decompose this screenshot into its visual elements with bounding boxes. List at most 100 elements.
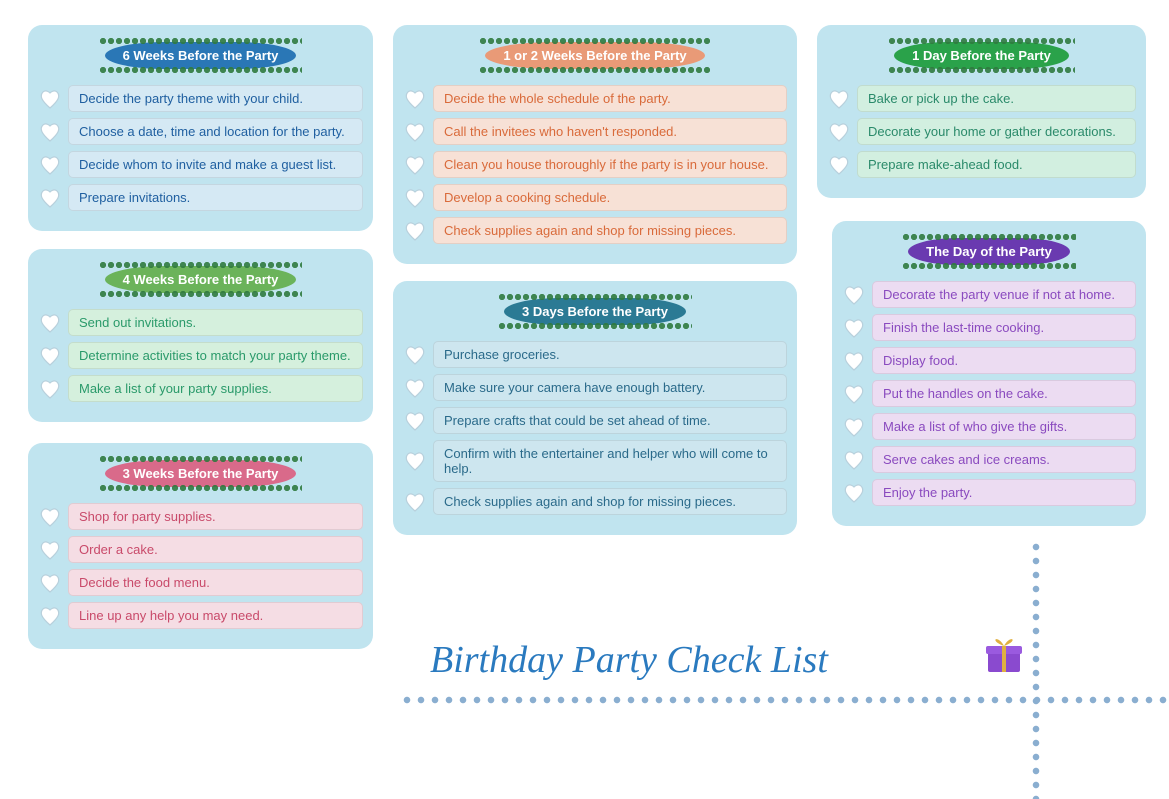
checklist-row: Decide whom to invite and make a guest l…: [38, 151, 363, 178]
checklist-row: Decorate your home or gather decorations…: [827, 118, 1136, 145]
checklist-item-label: Choose a date, time and location for the…: [68, 118, 363, 145]
checklist-item-label: Prepare make-ahead food.: [857, 151, 1136, 178]
checklist-row: Bake or pick up the cake.: [827, 85, 1136, 112]
heart-icon[interactable]: [38, 572, 62, 594]
heart-icon[interactable]: [403, 491, 427, 513]
card-one-two-weeks: 1 or 2 Weeks Before the Party Decide the…: [393, 25, 797, 264]
heart-icon[interactable]: [38, 312, 62, 334]
checklist-item-label: Send out invitations.: [68, 309, 363, 336]
checklist-row: Send out invitations.: [38, 309, 363, 336]
heart-icon[interactable]: [38, 88, 62, 110]
checklist-row: Display food.: [842, 347, 1136, 374]
checklist-row: Clean you house thoroughly if the party …: [403, 151, 787, 178]
card-header: 1 or 2 Weeks Before the Party: [403, 31, 787, 79]
checklist-row: Call the invitees who haven't responded.: [403, 118, 787, 145]
checklist-item-label: Confirm with the entertainer and helper …: [433, 440, 787, 482]
checklist-row: Develop a cooking schedule.: [403, 184, 787, 211]
checklist-row: Prepare crafts that could be set ahead o…: [403, 407, 787, 434]
card-header-label: 1 Day Before the Party: [894, 42, 1069, 69]
heart-icon[interactable]: [403, 220, 427, 242]
checklist-item-label: Bake or pick up the cake.: [857, 85, 1136, 112]
card-day-of: The Day of the Party Decorate the party …: [832, 221, 1146, 526]
checklist-item-label: Put the handles on the cake.: [872, 380, 1136, 407]
checklist-item-label: Make sure your camera have enough batter…: [433, 374, 787, 401]
checklist-item-label: Make a list of who give the gifts.: [872, 413, 1136, 440]
checklist-row: Shop for party supplies.: [38, 503, 363, 530]
heart-icon[interactable]: [38, 378, 62, 400]
heart-icon[interactable]: [842, 350, 866, 372]
card-header: 1 Day Before the Party: [827, 31, 1136, 79]
heart-icon[interactable]: [842, 317, 866, 339]
card-header-label: 3 Weeks Before the Party: [105, 460, 297, 487]
heart-icon[interactable]: [403, 121, 427, 143]
card-three-weeks: 3 Weeks Before the Party Shop for party …: [28, 443, 373, 649]
card-header: The Day of the Party: [842, 227, 1136, 275]
checklist-row: Finish the last-time cooking.: [842, 314, 1136, 341]
checklist-item-label: Prepare invitations.: [68, 184, 363, 211]
checklist-item-label: Make a list of your party supplies.: [68, 375, 363, 402]
card-header: 3 Weeks Before the Party: [38, 449, 363, 497]
heart-icon[interactable]: [827, 88, 851, 110]
checklist-item-label: Decide the whole schedule of the party.: [433, 85, 787, 112]
checklist-item-label: Serve cakes and ice creams.: [872, 446, 1136, 473]
checklist-row: Decorate the party venue if not at home.: [842, 281, 1136, 308]
decorative-beads-vertical: [1030, 540, 1042, 799]
heart-icon[interactable]: [403, 410, 427, 432]
checklist-row: Make sure your camera have enough batter…: [403, 374, 787, 401]
card-one-day: 1 Day Before the Party Bake or pick up t…: [817, 25, 1146, 198]
checklist-item-label: Purchase groceries.: [433, 341, 787, 368]
heart-icon[interactable]: [403, 450, 427, 472]
heart-icon[interactable]: [827, 121, 851, 143]
heart-icon[interactable]: [403, 154, 427, 176]
checklist-item-label: Decorate the party venue if not at home.: [872, 281, 1136, 308]
checklist-row: Confirm with the entertainer and helper …: [403, 440, 787, 482]
checklist-row: Decide the food menu.: [38, 569, 363, 596]
checklist-item-label: Decide the party theme with your child.: [68, 85, 363, 112]
checklist-row: Choose a date, time and location for the…: [38, 118, 363, 145]
heart-icon[interactable]: [842, 482, 866, 504]
card-header: 4 Weeks Before the Party: [38, 255, 363, 303]
checklist-row: Prepare make-ahead food.: [827, 151, 1136, 178]
heart-icon[interactable]: [38, 121, 62, 143]
heart-icon[interactable]: [842, 416, 866, 438]
checklist-item-label: Check supplies again and shop for missin…: [433, 488, 787, 515]
checklist-row: Decide the party theme with your child.: [38, 85, 363, 112]
checklist-item-label: Enjoy the party.: [872, 479, 1136, 506]
heart-icon[interactable]: [403, 187, 427, 209]
heart-icon[interactable]: [38, 605, 62, 627]
heart-icon[interactable]: [38, 345, 62, 367]
checklist-row: Order a cake.: [38, 536, 363, 563]
checklist-item-label: Develop a cooking schedule.: [433, 184, 787, 211]
checklist-row: Check supplies again and shop for missin…: [403, 217, 787, 244]
checklist-item-label: Clean you house thoroughly if the party …: [433, 151, 787, 178]
heart-icon[interactable]: [403, 344, 427, 366]
heart-icon[interactable]: [827, 154, 851, 176]
checklist-item-label: Order a cake.: [68, 536, 363, 563]
checklist-item-label: Line up any help you may need.: [68, 602, 363, 629]
card-header: 6 Weeks Before the Party: [38, 31, 363, 79]
checklist-item-label: Call the invitees who haven't responded.: [433, 118, 787, 145]
heart-icon[interactable]: [403, 88, 427, 110]
gift-icon: [982, 632, 1026, 676]
card-header-label: The Day of the Party: [908, 238, 1070, 265]
decorative-beads-horizontal: [400, 694, 1169, 706]
checklist-item-label: Decorate your home or gather decorations…: [857, 118, 1136, 145]
checklist-row: Prepare invitations.: [38, 184, 363, 211]
checklist-row: Put the handles on the cake.: [842, 380, 1136, 407]
checklist-row: Check supplies again and shop for missin…: [403, 488, 787, 515]
heart-icon[interactable]: [842, 284, 866, 306]
heart-icon[interactable]: [842, 449, 866, 471]
heart-icon[interactable]: [403, 377, 427, 399]
checklist-row: Line up any help you may need.: [38, 602, 363, 629]
heart-icon[interactable]: [842, 383, 866, 405]
heart-icon[interactable]: [38, 539, 62, 561]
heart-icon[interactable]: [38, 187, 62, 209]
card-header-label: 3 Days Before the Party: [504, 298, 686, 325]
card-header-label: 1 or 2 Weeks Before the Party: [485, 42, 704, 69]
card-header-label: 4 Weeks Before the Party: [105, 266, 297, 293]
heart-icon[interactable]: [38, 506, 62, 528]
heart-icon[interactable]: [38, 154, 62, 176]
card-six-weeks: 6 Weeks Before the Party Decide the part…: [28, 25, 373, 231]
checklist-row: Decide the whole schedule of the party.: [403, 85, 787, 112]
checklist-row: Make a list of who give the gifts.: [842, 413, 1136, 440]
